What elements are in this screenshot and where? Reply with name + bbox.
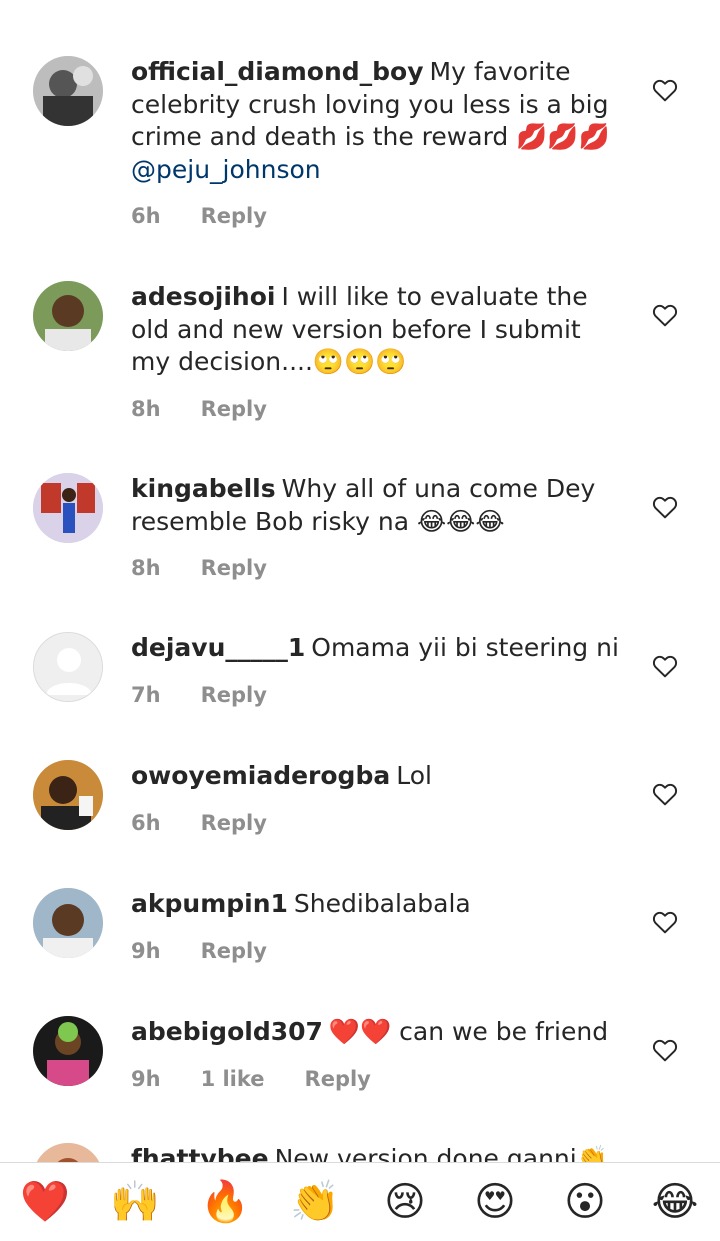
- comment-meta: 6h Reply: [131, 811, 621, 835]
- like-heart-icon[interactable]: [652, 78, 678, 102]
- comment-time: 9h: [131, 938, 161, 963]
- comment-time: 6h: [131, 204, 161, 228]
- comment-body: Shedibalabala: [293, 889, 471, 918]
- comment-meta: 9h Reply: [131, 939, 621, 963]
- reaction-heart[interactable]: ❤️: [10, 1177, 80, 1227]
- comment-text: kingabells Why all of una come Dey resemb…: [131, 473, 621, 538]
- comment-time: 7h: [131, 682, 161, 707]
- reaction-clapping[interactable]: 👏: [280, 1177, 350, 1227]
- comments-list[interactable]: official_diamond_boy My favorite celebrit…: [0, 0, 720, 1162]
- mention-link[interactable]: @peju_johnson: [131, 155, 321, 184]
- comment-time: 6h: [131, 810, 161, 835]
- like-heart-icon[interactable]: [652, 782, 678, 806]
- avatar[interactable]: [33, 1016, 103, 1086]
- reaction-laughing[interactable]: 😂: [640, 1177, 710, 1227]
- comment-username[interactable]: owoyemiaderogba: [131, 761, 390, 790]
- comment-text: adesojihoi I will like to evaluate the ol…: [131, 281, 621, 379]
- comment-text: fhattybee New version done ganni👏: [131, 1143, 621, 1162]
- comment-text: dejavu_____1 Omama yii bi steering ni: [131, 632, 621, 665]
- comment-meta: 8h Reply: [131, 397, 621, 421]
- reply-button[interactable]: Reply: [201, 683, 267, 707]
- avatar[interactable]: [33, 760, 103, 830]
- reply-button[interactable]: Reply: [201, 397, 267, 421]
- avatar[interactable]: [33, 1143, 103, 1162]
- comment-username[interactable]: official_diamond_boy: [131, 57, 424, 86]
- comment-meta: 6h Reply: [131, 204, 621, 228]
- reaction-raising-hands[interactable]: 🙌: [100, 1177, 170, 1227]
- comment-username[interactable]: abebigold307: [131, 1017, 323, 1046]
- like-heart-icon[interactable]: [652, 654, 678, 678]
- avatar[interactable]: [33, 473, 103, 543]
- comment-username[interactable]: akpumpin1: [131, 889, 288, 918]
- reply-button[interactable]: Reply: [201, 811, 267, 835]
- comment-time: 8h: [131, 396, 161, 421]
- comment-meta: 8h Reply: [131, 556, 621, 580]
- comment-username[interactable]: fhattybee: [131, 1144, 269, 1162]
- default-avatar-icon[interactable]: [33, 632, 103, 702]
- reply-button[interactable]: Reply: [201, 556, 267, 580]
- comment-username[interactable]: dejavu_____1: [131, 633, 305, 662]
- reply-button[interactable]: Reply: [201, 939, 267, 963]
- comment-username[interactable]: adesojihoi: [131, 282, 275, 311]
- reaction-heart-eyes[interactable]: 😍: [460, 1177, 530, 1227]
- comment-text: abebigold307 ❤️❤️ can we be friend: [131, 1016, 621, 1049]
- avatar[interactable]: [33, 56, 103, 126]
- comment-text: owoyemiaderogba Lol: [131, 760, 621, 793]
- comment-body: New version done ganni👏: [274, 1144, 608, 1162]
- comment-meta: 7h Reply: [131, 683, 621, 707]
- reply-button[interactable]: Reply: [305, 1067, 371, 1091]
- comment-body: ❤️❤️ can we be friend: [328, 1017, 609, 1046]
- comment-username[interactable]: kingabells: [131, 474, 276, 503]
- comment-body: Omama yii bi steering ni: [311, 633, 619, 662]
- reaction-fire[interactable]: 🔥: [190, 1177, 260, 1227]
- like-heart-icon[interactable]: [652, 910, 678, 934]
- comment-body: Lol: [396, 761, 432, 790]
- comment-likes[interactable]: 1 like: [201, 1067, 265, 1091]
- like-heart-icon[interactable]: [652, 1038, 678, 1062]
- reply-button[interactable]: Reply: [201, 204, 267, 228]
- reaction-surprised[interactable]: 😮: [550, 1177, 620, 1227]
- avatar[interactable]: [33, 281, 103, 351]
- comment-meta: 9h 1 like Reply: [131, 1067, 621, 1091]
- comment-text: official_diamond_boy My favorite celebrit…: [131, 56, 621, 186]
- like-heart-icon[interactable]: [652, 303, 678, 327]
- reaction-crying[interactable]: 😢: [370, 1177, 440, 1227]
- quick-reactions-bar: ❤️ 🙌 🔥 👏 😢 😍 😮 😂: [0, 1162, 720, 1241]
- comment-time: 8h: [131, 556, 161, 580]
- comment-text: akpumpin1 Shedibalabala: [131, 888, 621, 921]
- like-heart-icon[interactable]: [652, 495, 678, 519]
- comment-time: 9h: [131, 1066, 161, 1091]
- avatar[interactable]: [33, 888, 103, 958]
